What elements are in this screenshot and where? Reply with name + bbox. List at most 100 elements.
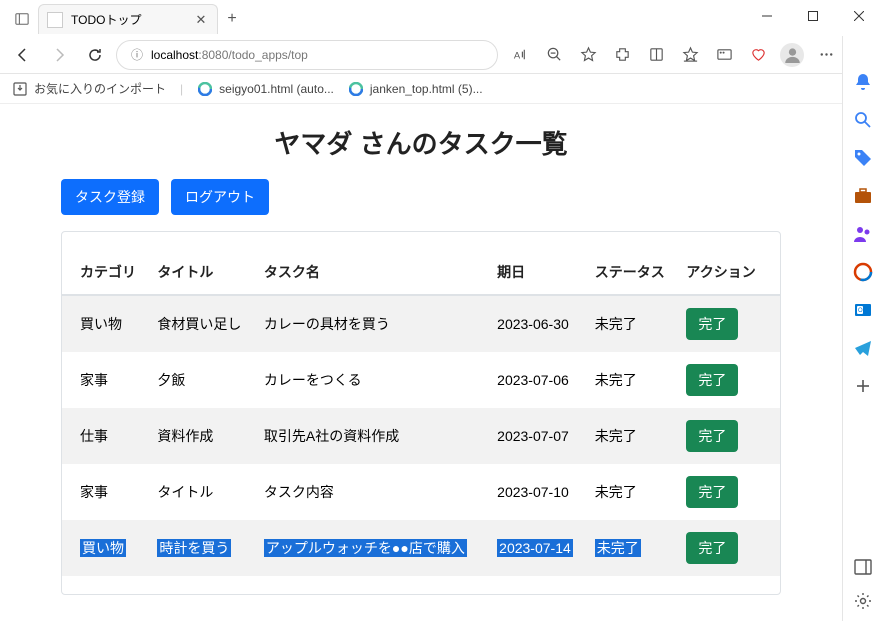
task-table: カテゴリ タイトル タスク名 期日 ステータス アクション 買い物食材買い足しカ… [62,250,780,576]
cell-status: 未完了 [587,408,679,464]
bookmarks-bar: お気に入りのインポート | seigyo01.html (auto... jan… [0,74,882,104]
cell-due: 2023-07-14 [489,520,587,576]
col-category: カテゴリ [62,250,149,295]
close-button[interactable] [836,0,882,32]
favorite-icon[interactable] [572,40,604,70]
bookmark-label: seigyo01.html (auto... [219,82,334,96]
cell-category: 家事 [62,352,149,408]
window-controls [744,0,882,32]
more-icon[interactable] [810,40,842,70]
cell-status: 未完了 [587,352,679,408]
tab-favicon [47,12,63,28]
refresh-button[interactable] [80,40,110,70]
import-icon [12,81,28,97]
cell-due: 2023-07-06 [489,352,587,408]
cell-title: 夕飯 [149,352,256,408]
logout-button[interactable]: ログアウト [171,179,269,215]
cell-action: 完了 [678,352,780,408]
sidebar-briefcase-icon[interactable] [853,186,873,206]
cell-action: 完了 [678,464,780,520]
site-info-icon[interactable]: ⓘ [129,47,145,63]
cell-title: 食材買い足し [149,295,256,352]
cell-category: 家事 [62,464,149,520]
sidebar-add-icon[interactable] [853,376,873,396]
page-content: ヤマダ さんのタスク一覧 タスク登録 ログアウト カテゴリ タイトル タスク名 … [0,104,842,621]
col-status: ステータス [587,250,679,295]
extensions-icon[interactable] [606,40,638,70]
register-task-button[interactable]: タスク登録 [61,179,159,215]
cell-status: 未完了 [587,520,679,576]
read-aloud-icon[interactable]: A [504,40,536,70]
zoom-icon[interactable] [538,40,570,70]
sidebar-panel-icon[interactable] [853,557,873,577]
cell-title: 時計を買う [149,520,256,576]
complete-button[interactable]: 完了 [686,308,738,340]
collections-icon[interactable] [640,40,672,70]
tab-close-icon[interactable]: ✕ [193,12,209,28]
task-card: カテゴリ タイトル タスク名 期日 ステータス アクション 買い物食材買い足しカ… [61,231,781,595]
cell-action: 完了 [678,520,780,576]
complete-button[interactable]: 完了 [686,532,738,564]
cell-status: 未完了 [587,464,679,520]
col-due: 期日 [489,250,587,295]
cell-task-name: カレーをつくる [256,352,489,408]
window-titlebar: TODOトップ ✕ + [0,0,882,36]
edge-sidebar: O [842,36,882,621]
table-row: 仕事資料作成取引先A社の資料作成2023-07-07未完了完了 [62,408,780,464]
cell-task-name: 取引先A社の資料作成 [256,408,489,464]
address-bar[interactable]: ⓘ localhost:8080/todo_apps/top [116,40,498,70]
back-button[interactable] [8,40,38,70]
table-row: 買い物食材買い足しカレーの具材を買う2023-06-30未完了完了 [62,295,780,352]
profile-icon[interactable] [776,40,808,70]
action-buttons: タスク登録 ログアウト [61,179,781,215]
col-action: アクション [678,250,780,295]
edge-icon [348,81,364,97]
forward-button[interactable] [44,40,74,70]
new-tab-button[interactable]: + [218,5,246,33]
cell-task-name: タスク内容 [256,464,489,520]
cell-task-name: アップルウォッチを●●店で購入 [256,520,489,576]
tab-strip: TODOトップ ✕ + [0,0,246,34]
health-icon[interactable] [742,40,774,70]
minimize-button[interactable] [744,0,790,32]
table-row: 買い物時計を買うアップルウォッチを●●店で購入2023-07-14未完了完了 [62,520,780,576]
bookmark-janken[interactable]: janken_top.html (5)... [348,81,483,97]
table-row: 家事夕飯カレーをつくる2023-07-06未完了完了 [62,352,780,408]
page-title: ヤマダ さんのタスク一覧 [61,124,781,161]
sidebar-settings-icon[interactable] [853,591,873,611]
col-title: タイトル [149,250,256,295]
tab-actions-icon[interactable] [6,5,38,33]
cell-due: 2023-06-30 [489,295,587,352]
cell-title: 資料作成 [149,408,256,464]
favorites-list-icon[interactable] [674,40,706,70]
cell-action: 完了 [678,295,780,352]
app-icon[interactable] [708,40,740,70]
cell-category: 仕事 [62,408,149,464]
toolbar-icons: A [504,40,874,70]
bookmark-seigyo[interactable]: seigyo01.html (auto... [197,81,334,97]
sidebar-people-icon[interactable] [853,224,873,244]
maximize-button[interactable] [790,0,836,32]
complete-button[interactable]: 完了 [686,420,738,452]
cell-task-name: カレーの具材を買う [256,295,489,352]
browser-tab[interactable]: TODOトップ ✕ [38,4,218,34]
tab-title: TODOトップ [71,11,185,28]
complete-button[interactable]: 完了 [686,364,738,396]
cell-due: 2023-07-10 [489,464,587,520]
cell-action: 完了 [678,408,780,464]
browser-toolbar: ⓘ localhost:8080/todo_apps/top A [0,36,882,74]
sidebar-outlook-icon[interactable]: O [853,300,873,320]
sidebar-search-icon[interactable] [853,110,873,130]
cell-status: 未完了 [587,295,679,352]
sidebar-office-icon[interactable] [853,262,873,282]
sidebar-tag-icon[interactable] [853,148,873,168]
sidebar-bell-icon[interactable] [853,72,873,92]
svg-text:O: O [858,308,863,314]
complete-button[interactable]: 完了 [686,476,738,508]
edge-icon [197,81,213,97]
cell-category: 買い物 [62,295,149,352]
bookmark-label: janken_top.html (5)... [370,82,483,96]
sidebar-telegram-icon[interactable] [853,338,873,358]
bookmark-import[interactable]: お気に入りのインポート [12,80,166,97]
cell-due: 2023-07-07 [489,408,587,464]
